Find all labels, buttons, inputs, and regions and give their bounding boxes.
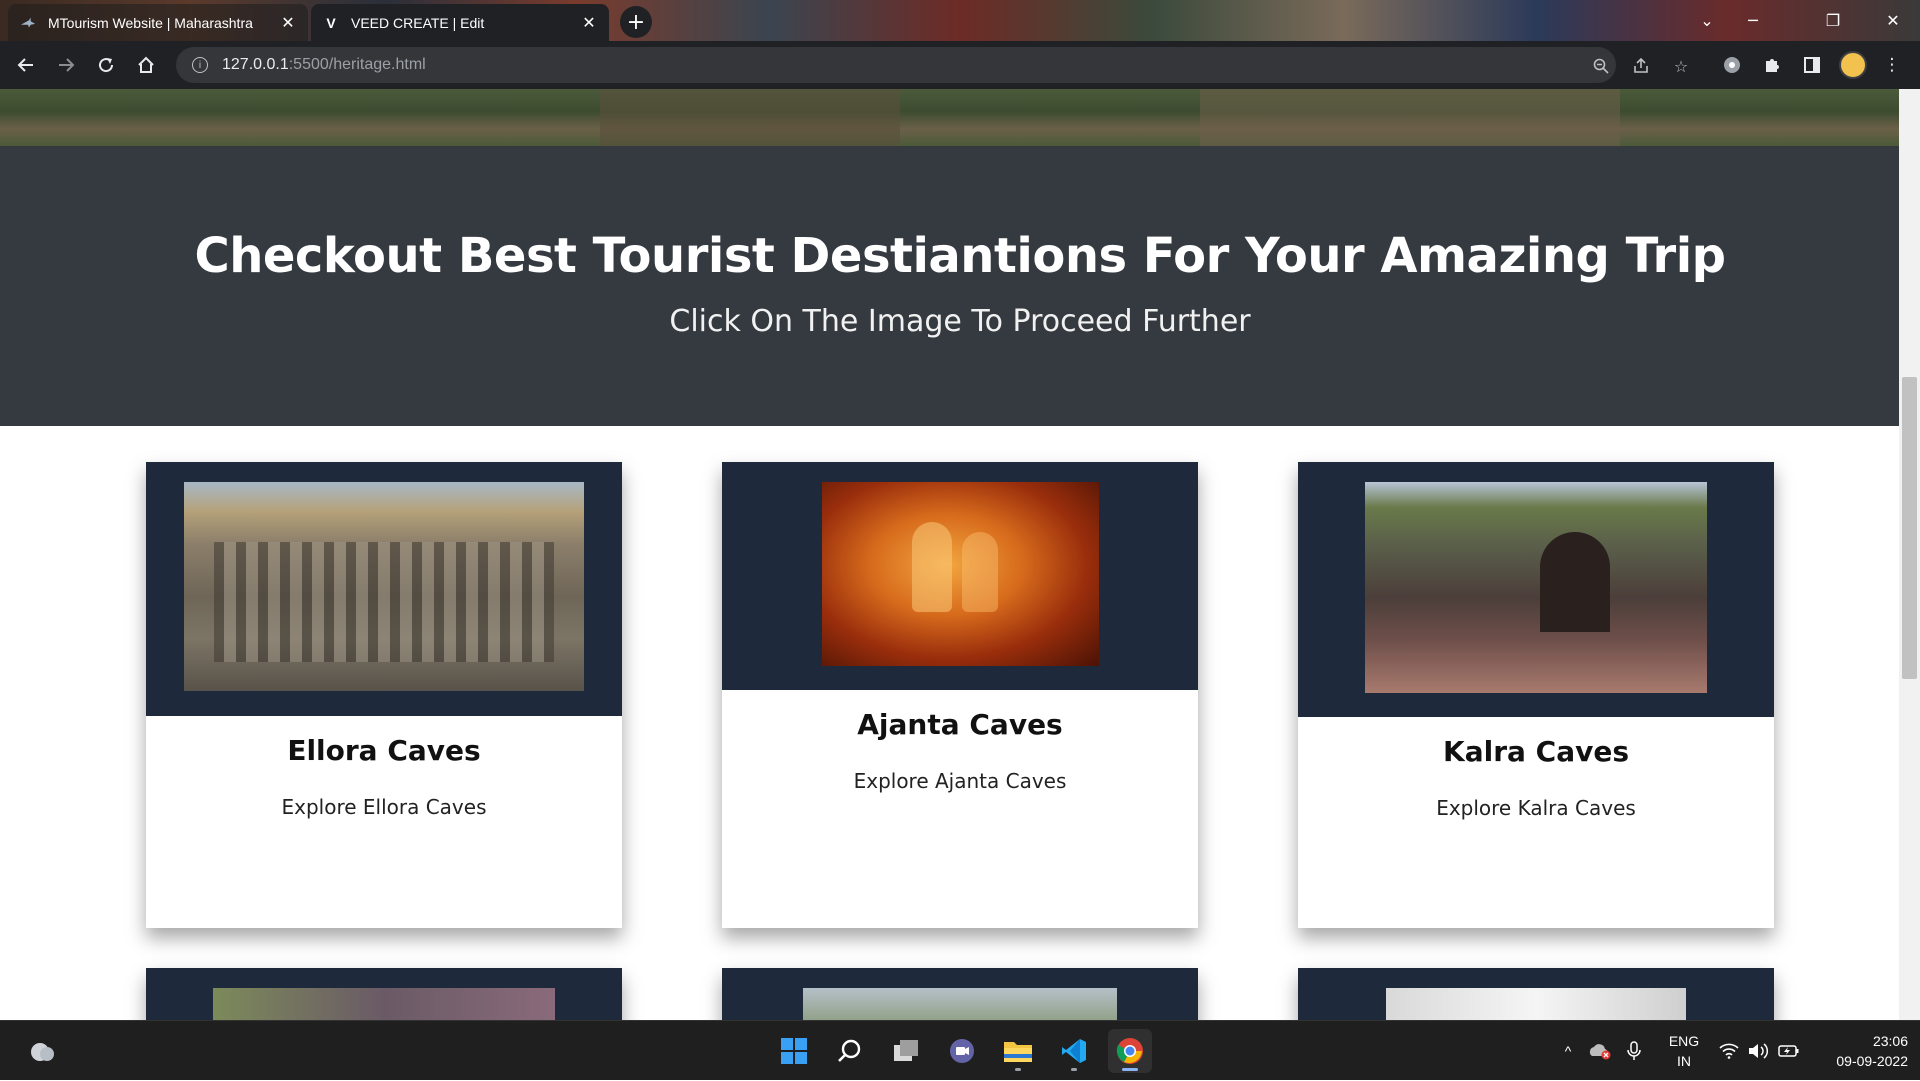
close-tab-icon[interactable]: ✕ [581, 13, 597, 33]
search-icon[interactable] [828, 1029, 872, 1073]
kalra-caves-photo[interactable] [1365, 482, 1707, 693]
extensions-puzzle-icon[interactable] [1760, 53, 1784, 77]
url-host: 127.0.0.1 [222, 56, 289, 73]
task-view-icon[interactable] [884, 1029, 928, 1073]
hero-image-strip [0, 89, 1920, 146]
home-button[interactable] [130, 49, 162, 81]
shark-icon [20, 15, 36, 31]
tab-title: VEED CREATE | Edit [351, 14, 485, 31]
site-info-icon[interactable]: i [192, 57, 208, 73]
destination-card-kalra[interactable]: Kalra Caves Explore Kalra Caves [1298, 462, 1774, 928]
volume-icon[interactable] [1746, 1021, 1772, 1081]
card-image-area[interactable] [722, 968, 1198, 1020]
menu-kebab-icon[interactable]: ⋮ [1880, 53, 1904, 77]
tab-search-icon[interactable]: ⌄ [1684, 0, 1730, 41]
running-indicator [1015, 1068, 1021, 1071]
card-image-area[interactable] [146, 968, 622, 1020]
wifi-icon[interactable] [1716, 1021, 1742, 1081]
profile-avatar[interactable] [1839, 51, 1867, 79]
cave-photo[interactable] [803, 988, 1117, 1020]
scrollbar-thumb[interactable] [1902, 377, 1917, 679]
weather-icon[interactable] [20, 1029, 64, 1073]
browser-tab-strip: MTourism Website | Maharashtra ✕ V VEED … [0, 0, 1920, 41]
file-explorer-icon[interactable] [996, 1029, 1040, 1073]
destination-card[interactable] [722, 968, 1198, 1020]
language-indicator[interactable]: ENG IN [1664, 1031, 1704, 1071]
onedrive-error-icon[interactable] [1586, 1021, 1614, 1081]
vscode-icon[interactable] [1052, 1029, 1096, 1073]
veed-logo-icon: V [326, 14, 336, 31]
new-tab-button[interactable]: + [620, 6, 652, 38]
running-indicator [1122, 1068, 1138, 1071]
destination-card-ellora[interactable]: Ellora Caves Explore Ellora Caves [146, 462, 622, 928]
card-title: Ellora Caves [287, 734, 481, 767]
bookmark-star-icon[interactable]: ☆ [1670, 55, 1692, 77]
card-image-area[interactable] [722, 462, 1198, 690]
card-image-area[interactable] [1298, 968, 1774, 1020]
chrome-icon[interactable] [1108, 1029, 1152, 1073]
close-window-button[interactable]: ✕ [1870, 0, 1916, 41]
ellora-caves-photo[interactable] [184, 482, 584, 691]
cave-photo[interactable] [213, 988, 555, 1020]
region-code: IN [1677, 1053, 1691, 1069]
page-scrollbar[interactable] [1899, 89, 1920, 1020]
reload-button[interactable] [90, 49, 122, 81]
show-hidden-icons-chevron-icon[interactable]: ^ [1556, 1021, 1580, 1081]
ajanta-caves-photo[interactable] [821, 482, 1099, 666]
destinations-banner: Checkout Best Tourist Destiantions For Y… [0, 146, 1920, 426]
clock-date: 09-09-2022 [1836, 1053, 1908, 1069]
share-icon[interactable] [1630, 55, 1652, 77]
restore-button[interactable]: ❐ [1810, 0, 1856, 41]
zoom-icon[interactable] [1590, 55, 1612, 77]
extension-circle-icon[interactable] [1720, 53, 1744, 77]
url-text: 127.0.0.1:5500/heritage.html [222, 56, 426, 74]
destination-card[interactable] [146, 968, 622, 1020]
card-description: Explore Ajanta Caves [853, 769, 1067, 793]
clock-time: 23:06 [1872, 1033, 1908, 1049]
system-clock[interactable]: 23:06 09-09-2022 [1812, 1031, 1908, 1071]
card-title: Ajanta Caves [857, 708, 1063, 741]
teams-chat-icon[interactable] [940, 1029, 984, 1073]
tab-title: MTourism Website | Maharashtra [48, 14, 253, 31]
card-image-area[interactable] [1298, 462, 1774, 717]
card-description: Explore Ellora Caves [281, 795, 487, 819]
destination-card[interactable] [1298, 968, 1774, 1020]
side-panel-icon[interactable] [1800, 53, 1824, 77]
battery-charging-icon[interactable] [1776, 1021, 1802, 1081]
card-title: Kalra Caves [1443, 735, 1629, 768]
back-button[interactable] [10, 49, 42, 81]
url-path: :5500/heritage.html [288, 56, 426, 73]
microphone-icon[interactable] [1622, 1021, 1646, 1081]
tab-veed[interactable]: V VEED CREATE | Edit ✕ [311, 4, 609, 41]
forward-button[interactable] [50, 49, 82, 81]
page-subtitle: Click On The Image To Proceed Further [669, 304, 1251, 339]
address-bar[interactable]: i 127.0.0.1:5500/heritage.html ☆ [176, 47, 1688, 83]
page-viewport: Checkout Best Tourist Destiantions For Y… [0, 89, 1920, 1020]
cave-photo[interactable] [1386, 988, 1686, 1020]
start-windows-icon[interactable] [772, 1029, 816, 1073]
close-tab-icon[interactable]: ✕ [280, 13, 296, 33]
language-code: ENG [1668, 1033, 1700, 1049]
page-title: Checkout Best Tourist Destiantions For Y… [194, 228, 1726, 284]
tab-mtourism[interactable]: MTourism Website | Maharashtra ✕ [8, 4, 308, 41]
browser-toolbar: i 127.0.0.1:5500/heritage.html ☆ ⋮ [0, 41, 1920, 89]
card-description: Explore Kalra Caves [1436, 796, 1636, 820]
card-image-area[interactable] [146, 462, 622, 716]
running-indicator [1071, 1068, 1077, 1071]
minimize-button[interactable]: ─ [1730, 0, 1776, 41]
destination-card-ajanta[interactable]: Ajanta Caves Explore Ajanta Caves [722, 462, 1198, 928]
windows-taskbar: ^ ENG IN 23:06 09-09-2022 [0, 1020, 1920, 1080]
